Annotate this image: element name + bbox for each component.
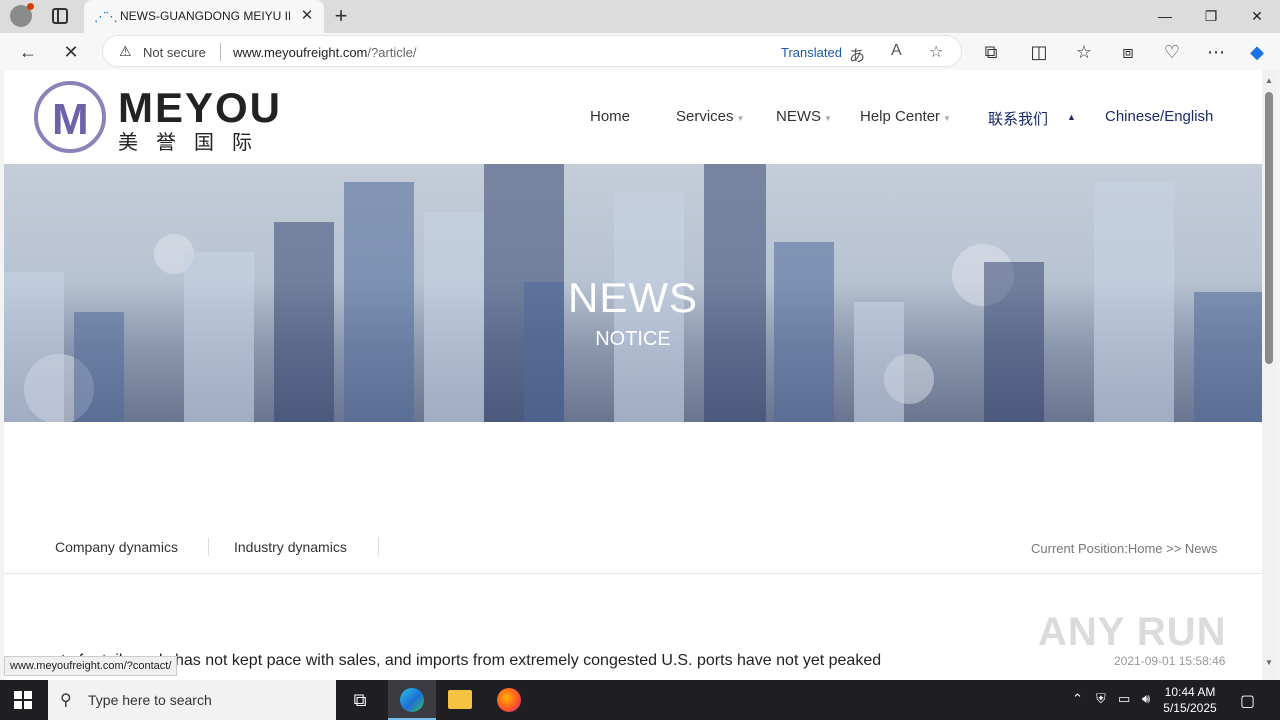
new-tab-button[interactable]: +	[330, 3, 352, 29]
network-icon[interactable]: ▭	[1118, 691, 1130, 707]
translated-label[interactable]: Translated	[781, 45, 842, 60]
scrollbar-thumb[interactable]	[1265, 92, 1273, 364]
page-scrollbar[interactable]: ▲ ▼	[1262, 70, 1276, 680]
nav-services-label: Services	[676, 108, 734, 125]
category-divider	[378, 538, 379, 556]
close-window-button[interactable]: ✕	[1242, 4, 1272, 28]
site-header: M MEYOU 美誉国际 Home Services ▼ NEWS ▼ Help C…	[4, 70, 1262, 164]
not-secure-label[interactable]: Not secure	[143, 45, 206, 60]
breadcrumb: Current Position:Home >> News	[1031, 541, 1218, 556]
address-divider	[220, 43, 221, 61]
nav-news[interactable]: NEWS ▼	[776, 108, 832, 125]
windows-start-icon[interactable]	[14, 691, 32, 709]
more-menu-icon[interactable]: ⋯	[1203, 39, 1229, 65]
loading-spinner-icon: ⋰⋱	[94, 9, 118, 24]
news-category-nav: Company dynamics Industry dynamics Curre…	[4, 522, 1262, 574]
tab-title: NEWS-GUANGDONG MEIYU INTERNATIONAL	[120, 9, 290, 23]
taskbar-search-placeholder: Type here to search	[88, 692, 212, 708]
tab-close-button[interactable]: ✕	[298, 6, 316, 26]
banner-title: NEWS	[568, 274, 698, 321]
web-page: M MEYOU 美誉国际 Home Services ▼ NEWS ▼ Help C…	[4, 70, 1262, 680]
clock-date: 5/15/2025	[1163, 701, 1217, 715]
link-status-tooltip: www.meyoufreight.com/?contact/	[4, 656, 178, 676]
category-industry-dynamics[interactable]: Industry dynamics	[234, 539, 347, 555]
url-host: www.meyoufreight.com	[233, 45, 368, 60]
nav-services[interactable]: Services ▼	[676, 108, 744, 125]
chevron-up-icon[interactable]: ▲	[1067, 112, 1076, 122]
read-aloud-icon[interactable]: A	[891, 42, 902, 60]
news-banner: NEWS NOTICE	[4, 164, 1262, 422]
collections-icon[interactable]: ⧈	[1115, 39, 1141, 65]
stop-loading-button[interactable]: ✕	[58, 39, 84, 65]
favorites-icon[interactable]: ☆	[1071, 39, 1097, 65]
anyrun-watermark: ANY RUN	[1038, 610, 1227, 654]
volume-icon[interactable]: 🔊︎	[1142, 691, 1150, 707]
nav-help-label: Help Center	[860, 108, 941, 125]
url-path: /?article/	[367, 45, 417, 60]
scroll-up-arrow-icon[interactable]: ▲	[1265, 76, 1273, 85]
browser-toolbar: ← ✕ ⚠ Not secure www.meyoufreight.com/?a…	[0, 33, 1280, 70]
banner-building	[274, 222, 334, 422]
logo-emblem[interactable]: M	[34, 81, 106, 153]
scroll-down-arrow-icon[interactable]: ▼	[1265, 658, 1273, 667]
chevron-down-icon: ▼	[736, 114, 745, 123]
article-date: 2021-09-01 15:58:46	[1114, 654, 1226, 668]
defender-icon[interactable]: ⛨	[1096, 691, 1106, 707]
firefox-icon[interactable]	[497, 688, 521, 712]
clock-time: 10:44 AM	[1164, 685, 1216, 699]
logo-chinese-text: 美誉国际	[118, 132, 270, 154]
edge-icon	[400, 688, 424, 712]
task-view-icon[interactable]: ⧉	[348, 688, 372, 712]
back-button[interactable]: ←	[15, 39, 41, 65]
url-text[interactable]: www.meyoufreight.com/?article/	[233, 45, 417, 60]
split-screen-icon[interactable]: ◫	[1026, 39, 1052, 65]
nav-language-switch[interactable]: Chinese/English	[1105, 108, 1213, 125]
browser-essentials-icon[interactable]: ♡	[1159, 39, 1185, 65]
nav-help-center[interactable]: Help Center ▼	[860, 108, 951, 125]
chevron-down-icon: ▼	[943, 114, 951, 123]
chevron-down-icon: ▼	[824, 114, 832, 123]
copilot-icon[interactable]: ◆	[1244, 39, 1270, 65]
search-icon: ⚲	[60, 692, 72, 709]
category-company-dynamics[interactable]: Company dynamics	[55, 539, 178, 555]
tab-actions-icon[interactable]	[52, 8, 68, 24]
logo-m-glyph: M	[52, 95, 89, 144]
address-bar[interactable]: ⚠ Not secure www.meyoufreight.com/?artic…	[102, 35, 962, 67]
browser-tabstrip: ⋰⋱ NEWS-GUANGDONG MEIYU INTERNATIONAL ✕ …	[0, 0, 1280, 33]
nav-news-label: NEWS	[776, 108, 821, 125]
profile-icon[interactable]	[10, 3, 34, 27]
translate-icon[interactable]: あ	[849, 42, 865, 66]
favorite-star-icon[interactable]: ☆	[929, 42, 943, 62]
windows-taskbar: ⚲ Type here to search ⧉ ⌃ ⛨ ▭ 🔊︎ 10:44 A…	[0, 680, 1280, 720]
warning-icon: ⚠	[119, 43, 132, 59]
nav-contact-us[interactable]: 联系我们	[988, 108, 1048, 129]
minimize-button[interactable]: —	[1150, 4, 1180, 28]
banner-subtitle: NOTICE	[595, 328, 671, 350]
notifications-icon[interactable]: ▢	[1240, 691, 1255, 711]
restore-button[interactable]: ❐	[1196, 4, 1226, 28]
nav-home[interactable]: Home	[590, 108, 630, 125]
show-hidden-icons-icon[interactable]: ⌃	[1072, 691, 1083, 707]
taskbar-clock[interactable]: 10:44 AM 5/15/2025	[1160, 684, 1220, 716]
tab-active[interactable]: ⋰⋱ NEWS-GUANGDONG MEIYU INTERNATIONAL ✕	[84, 0, 324, 33]
taskbar-search-box[interactable]: ⚲ Type here to search	[48, 680, 336, 720]
logo-text[interactable]: MEYOU	[118, 84, 282, 132]
category-divider	[208, 538, 209, 556]
file-explorer-icon[interactable]	[448, 690, 472, 709]
extensions-icon[interactable]: ⧉	[978, 39, 1004, 65]
